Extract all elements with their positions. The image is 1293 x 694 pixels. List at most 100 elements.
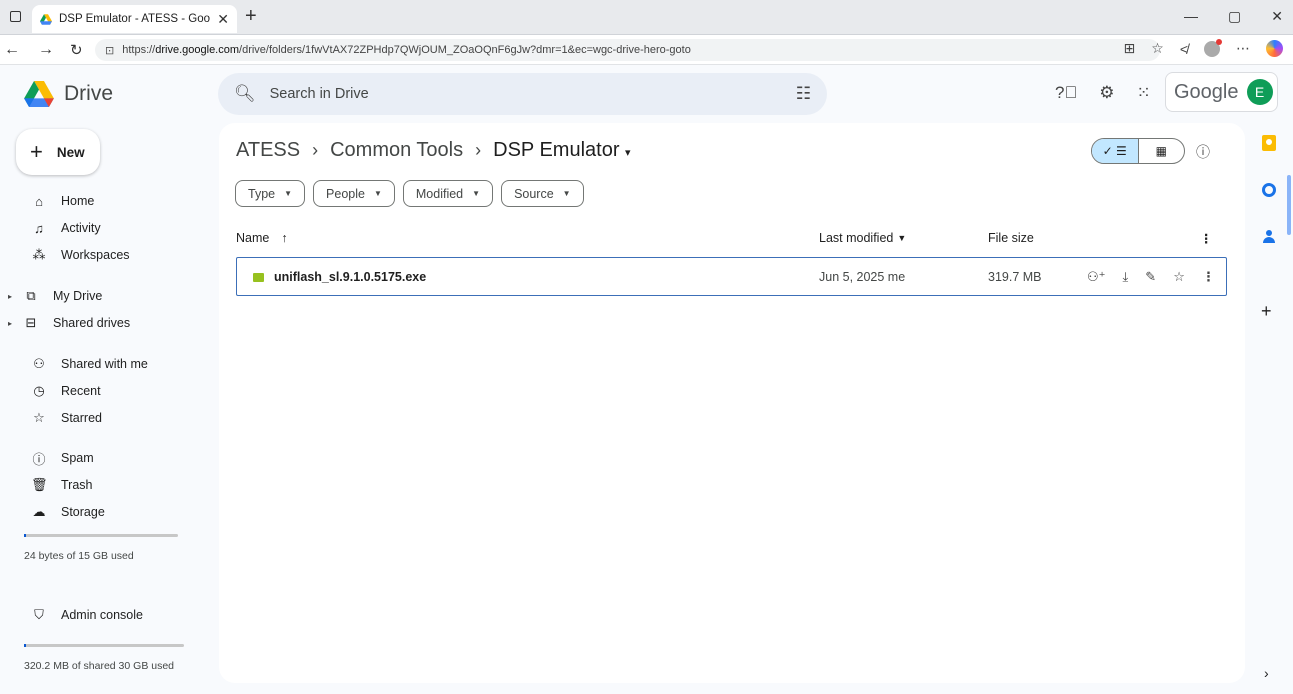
cloud-icon: ☁︎ xyxy=(32,504,46,519)
drive-brand[interactable]: Drive xyxy=(24,81,113,107)
my-drive-icon: ⧉ xyxy=(26,288,36,303)
browser-tab-bar: DSP Emulator - ATESS - Google D ✕ + — ▢ … xyxy=(0,0,1293,35)
account-button[interactable]: Google E xyxy=(1165,72,1278,112)
column-name[interactable]: Name ↑ xyxy=(236,231,288,245)
sidebar-item-storage[interactable]: ☁︎ Storage xyxy=(0,500,200,524)
sidebar-item-label: Activity xyxy=(61,221,101,235)
clock-icon: ◷ xyxy=(33,383,45,398)
sidebar-item-shared-drives[interactable]: ▸ ⊟ Shared drives xyxy=(0,311,200,335)
sidebar-item-starred[interactable]: ☆ Starred xyxy=(0,406,200,430)
site-info-icon[interactable]: ⊡ xyxy=(105,44,114,57)
drive-favicon-icon xyxy=(40,13,52,25)
filter-type[interactable]: Type ▼ xyxy=(235,180,306,207)
drive-logo-icon xyxy=(24,81,54,107)
add-addon-icon[interactable]: + xyxy=(1261,301,1272,322)
storage-usage-bar xyxy=(24,534,178,537)
shared-drives-icon: ⊟ xyxy=(25,315,37,330)
main-panel: ATESS › Common Tools › DSP Emulator ▾ ✓ … xyxy=(219,123,1245,683)
row-actions: ⚇⁺ ⤓ ✎ ☆ ⋮ xyxy=(1087,269,1215,285)
plus-icon: + xyxy=(30,139,43,164)
sidebar-item-label: Recent xyxy=(61,384,101,398)
apps-grid-icon[interactable]: ⁙ xyxy=(1136,83,1150,103)
url-field[interactable]: ⊡ https://drive.google.com/drive/folders… xyxy=(95,39,1160,61)
favorites-list-icon[interactable]: ≮ xyxy=(1180,41,1188,57)
tab-actions-icon[interactable] xyxy=(10,11,21,22)
more-actions-icon[interactable]: ⋮ xyxy=(1202,269,1215,285)
sidebar-item-workspaces[interactable]: ⁂ Workspaces xyxy=(0,243,200,267)
list-view-button[interactable]: ✓ ☰ xyxy=(1092,139,1139,163)
tasks-icon[interactable] xyxy=(1262,183,1276,197)
breadcrumb-item[interactable]: Common Tools xyxy=(330,139,463,162)
browser-toolbar-icons: ⊞ ☆ ≮ ⋯ xyxy=(1124,38,1283,57)
search-options-icon[interactable]: ☷ xyxy=(796,84,811,104)
star-icon[interactable]: ☆ xyxy=(1173,269,1185,285)
drive-title: Drive xyxy=(64,82,114,105)
sidebar-item-recent[interactable]: ◷ Recent xyxy=(0,379,200,403)
sidebar-item-home[interactable]: ⌂ Home xyxy=(0,189,200,213)
info-icon[interactable]: ⓘ xyxy=(1196,142,1210,162)
caret-down-icon: ▾ xyxy=(625,147,631,159)
caret-down-icon: ▼ xyxy=(472,189,481,198)
close-window-icon[interactable]: ✕ xyxy=(1271,8,1283,25)
scrollbar[interactable] xyxy=(1287,175,1291,235)
sidebar-item-shared-with-me[interactable]: ⚇ Shared with me xyxy=(0,352,200,376)
caret-down-icon: ▼ xyxy=(897,233,907,243)
table-row[interactable]: uniflash_sl.9.1.0.5175.exe Jun 5, 2025 m… xyxy=(236,257,1227,296)
close-tab-icon[interactable]: ✕ xyxy=(217,11,229,28)
settings-icon[interactable]: ⚙ xyxy=(1099,83,1114,103)
sort-arrow-up-icon[interactable]: ↑ xyxy=(281,231,287,245)
file-name[interactable]: uniflash_sl.9.1.0.5175.exe xyxy=(274,270,426,284)
breadcrumb-current[interactable]: DSP Emulator ▾ xyxy=(493,139,630,162)
sidebar-item-spam[interactable]: ⓘ Spam xyxy=(0,446,200,470)
search-input[interactable] xyxy=(269,86,796,102)
browser-tab[interactable]: DSP Emulator - ATESS - Google D ✕ xyxy=(32,5,237,33)
expand-caret-icon[interactable]: ▸ xyxy=(0,292,12,301)
breadcrumb-item[interactable]: ATESS xyxy=(236,139,300,162)
keep-icon[interactable] xyxy=(1262,135,1276,151)
sidebar-item-activity[interactable]: ♫ Activity xyxy=(0,216,200,240)
back-icon[interactable]: ← xyxy=(4,41,20,59)
expand-caret-icon[interactable]: ▸ xyxy=(0,319,12,328)
shared-storage-text: 320.2 MB of shared 30 GB used xyxy=(24,660,175,672)
favorite-icon[interactable]: ☆ xyxy=(1151,40,1164,57)
new-label: New xyxy=(56,144,85,160)
view-toggle: ✓ ☰ ▦ xyxy=(1091,138,1185,164)
sidebar-item-label: My Drive xyxy=(53,289,103,303)
rename-icon[interactable]: ✎ xyxy=(1145,269,1156,285)
drive-header: Drive 🔍︎ ☷ ?⃝ ⚙ ⁙ Google E xyxy=(0,65,1293,123)
sidebar-item-my-drive[interactable]: ▸ ⧉ My Drive xyxy=(0,284,200,308)
more-icon[interactable]: ⋯ xyxy=(1236,40,1250,57)
help-icon[interactable]: ?⃝ xyxy=(1055,83,1077,103)
new-button[interactable]: + New xyxy=(16,129,100,175)
column-last-modified[interactable]: Last modified ▼ xyxy=(819,231,906,245)
copilot-icon[interactable] xyxy=(1266,40,1283,57)
download-icon[interactable]: ⤓ xyxy=(1123,269,1129,285)
filter-people[interactable]: People ▼ xyxy=(313,180,395,207)
sidebar-item-label: Workspaces xyxy=(61,248,130,262)
sidebar-item-trash[interactable]: 🗑︎ Trash xyxy=(0,473,200,497)
minimize-icon[interactable]: — xyxy=(1184,8,1198,25)
split-screen-icon[interactable]: ⊞ xyxy=(1124,40,1136,57)
share-icon[interactable]: ⚇⁺ xyxy=(1087,269,1106,285)
forward-icon[interactable]: → xyxy=(38,41,54,59)
new-tab-icon[interactable]: + xyxy=(245,5,257,28)
filter-modified[interactable]: Modified ▼ xyxy=(402,180,494,207)
search-icon[interactable]: 🔍︎ xyxy=(234,84,256,104)
caret-down-icon: ▼ xyxy=(373,189,382,198)
grid-view-button[interactable]: ▦ xyxy=(1139,139,1185,163)
sidebar-item-label: Spam xyxy=(61,451,94,465)
restore-icon[interactable]: ▢ xyxy=(1228,8,1241,25)
url-text: https://drive.google.com/drive/folders/1… xyxy=(122,44,691,56)
column-file-size[interactable]: File size xyxy=(988,231,1034,245)
sidebar-item-label: Storage xyxy=(61,505,105,519)
sidebar-item-admin-console[interactable]: ⛉ Admin console xyxy=(0,603,200,627)
contacts-icon[interactable] xyxy=(1263,230,1275,243)
spam-icon: ⓘ xyxy=(32,451,46,467)
search-bar: 🔍︎ ☷ xyxy=(218,73,827,115)
refresh-icon[interactable]: ↻ xyxy=(70,41,83,59)
sidebar-item-label: Trash xyxy=(61,478,93,492)
profile-icon[interactable] xyxy=(1204,38,1222,57)
chevron-right-icon[interactable]: › xyxy=(1264,665,1269,681)
column-more-icon[interactable]: ⋮ xyxy=(1200,231,1213,246)
filter-source[interactable]: Source ▼ xyxy=(501,180,584,207)
